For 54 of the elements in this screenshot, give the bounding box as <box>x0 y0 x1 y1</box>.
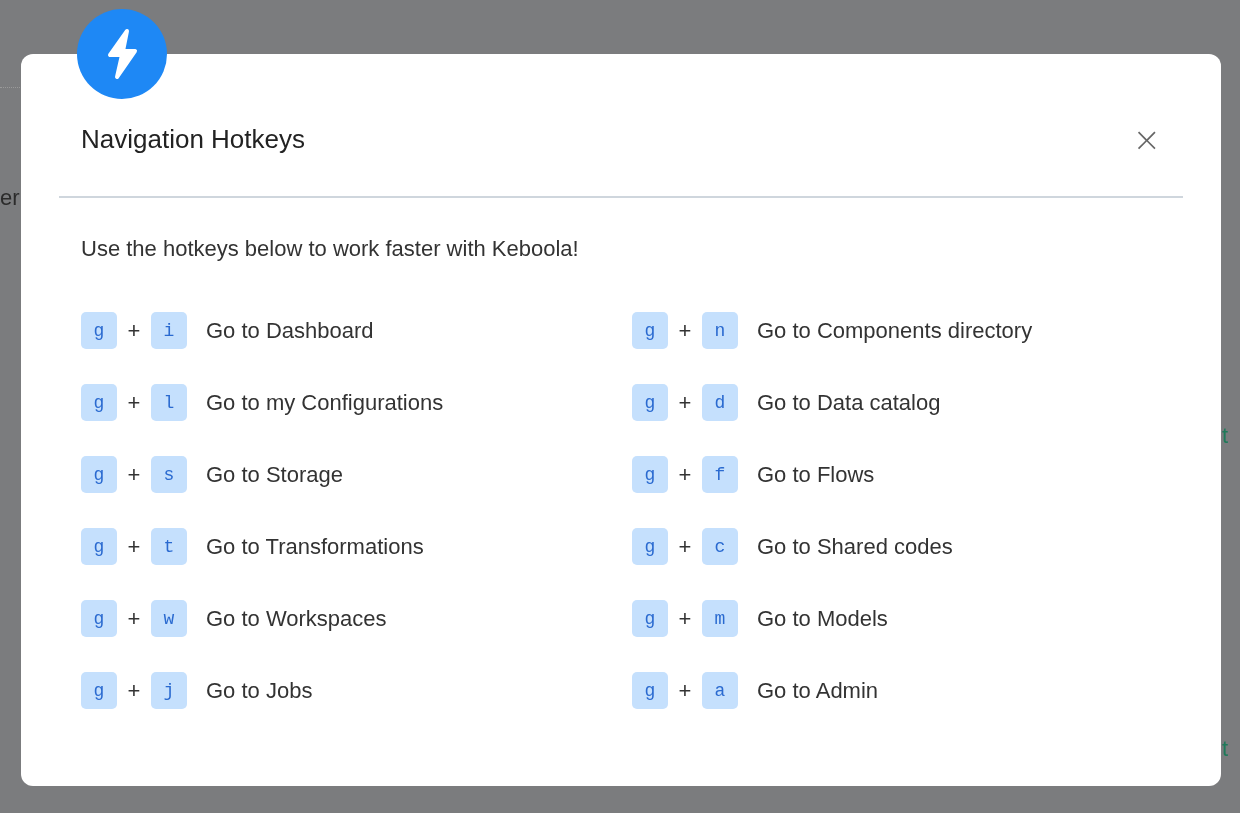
key-cap: g <box>632 528 668 565</box>
key-cap: g <box>632 312 668 349</box>
key-cap: g <box>632 600 668 637</box>
key-cap: m <box>702 600 738 637</box>
key-cap: g <box>81 384 117 421</box>
dialog-title: Navigation Hotkeys <box>81 123 305 155</box>
key-cap: g <box>81 600 117 637</box>
plus-sign: + <box>677 677 693 704</box>
key-cap: j <box>151 672 187 709</box>
plus-sign: + <box>126 317 142 344</box>
background-text: t <box>1222 736 1229 762</box>
key-cap: n <box>702 312 738 349</box>
hotkey-label: Go to Admin <box>757 677 879 704</box>
hotkey-label: Go to Shared codes <box>757 533 953 560</box>
key-cap: g <box>81 456 117 493</box>
intro-text: Use the hotkeys below to work faster with Keboola! <box>81 236 580 262</box>
key-cap: g <box>81 672 117 709</box>
hotkey-label: Go to Models <box>757 605 888 632</box>
key-cap: c <box>702 528 738 565</box>
hotkey-label: Go to Dashboard <box>206 317 374 344</box>
key-cap: g <box>632 672 668 709</box>
key-cap: w <box>151 600 187 637</box>
key-cap: d <box>702 384 738 421</box>
background-text: er <box>0 185 20 211</box>
hotkey-label: Go to Storage <box>206 461 343 488</box>
background-text: t <box>1222 423 1229 449</box>
key-cap: s <box>151 456 187 493</box>
plus-sign: + <box>677 605 693 632</box>
hotkey-label: Go to Workspaces <box>206 605 387 632</box>
key-cap: g <box>81 312 117 349</box>
hotkey-label: Go to Flows <box>757 461 875 488</box>
key-cap: f <box>702 456 738 493</box>
plus-sign: + <box>126 461 142 488</box>
close-button[interactable]: × <box>1128 122 1165 156</box>
plus-sign: + <box>126 677 142 704</box>
hotkey-label: Go to Jobs <box>206 677 313 704</box>
hotkey-label: Go to Components directory <box>757 317 1033 344</box>
key-cap: l <box>151 384 187 421</box>
hotkey-label: Go to Transformations <box>206 533 424 560</box>
hotkey-label: Go to my Configurations <box>206 389 444 416</box>
key-cap: t <box>151 528 187 565</box>
plus-sign: + <box>677 533 693 560</box>
key-cap: g <box>632 384 668 421</box>
plus-sign: + <box>126 389 142 416</box>
plus-sign: + <box>677 389 693 416</box>
plus-sign: + <box>677 461 693 488</box>
key-cap: a <box>702 672 738 709</box>
plus-sign: + <box>126 533 142 560</box>
plus-sign: + <box>677 317 693 344</box>
key-cap: g <box>81 528 117 565</box>
key-cap: g <box>632 456 668 493</box>
hotkey-label: Go to Data catalog <box>757 389 941 416</box>
key-cap: i <box>151 312 187 349</box>
plus-sign: + <box>126 605 142 632</box>
